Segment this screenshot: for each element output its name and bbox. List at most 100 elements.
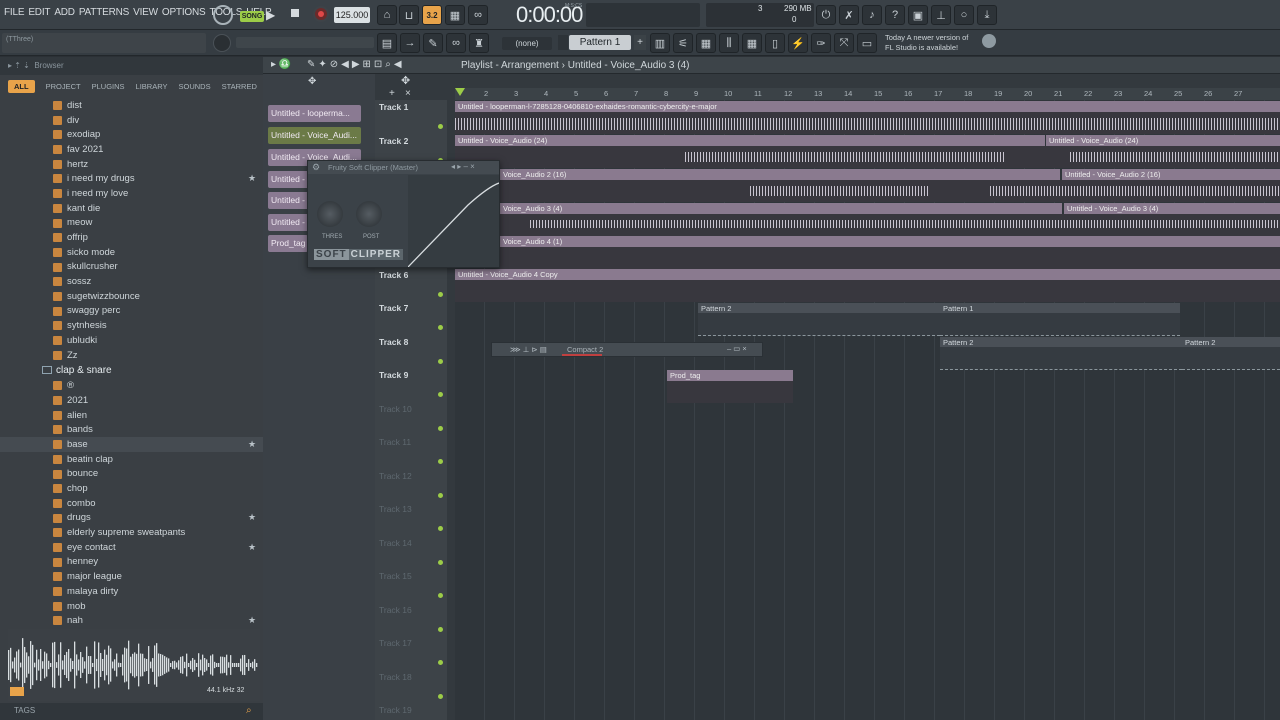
browser-item[interactable]: sugetwizzbounce <box>0 289 263 304</box>
threshold-knob[interactable] <box>317 201 343 227</box>
clip-voice-audio-2b[interactable]: Untitled - Voice_Audio 2 (16) <box>1062 169 1280 180</box>
microphone-icon[interactable]: ♪ <box>862 5 882 25</box>
track-name[interactable]: Track 15 <box>379 571 412 581</box>
playlist-tools-icon[interactable]: ✎✦⊘◀▶⊞⊡⌕◀ <box>307 59 405 70</box>
pattern-selector[interactable]: Pattern 1 <box>569 35 631 50</box>
star-icon[interactable]: ★ <box>248 512 256 523</box>
star-icon[interactable]: ★ <box>248 173 256 184</box>
track-mute-led[interactable] <box>438 559 443 565</box>
track-mute-led[interactable] <box>438 459 443 464</box>
browser-item[interactable]: sytnhesis <box>0 318 263 333</box>
track-name[interactable]: Track 9 <box>379 370 408 380</box>
browser-item[interactable]: kant die <box>0 201 263 216</box>
arrow-right-icon[interactable]: → <box>400 33 420 53</box>
track-name[interactable]: Track 2 <box>379 136 408 146</box>
browser-item[interactable]: swaggy perc <box>0 304 263 319</box>
browser-item[interactable]: ® <box>0 378 263 393</box>
clip-voice-audio-3a[interactable]: Voice_Audio 3 (4) <box>500 203 1062 214</box>
browser-item[interactable]: div <box>0 113 263 128</box>
bar-ruler[interactable]: 2 3 4 5 6 7 8 9 10 11 12 13 14 15 16 17 18 19 20 21 22 23 24 25… <box>455 88 1280 100</box>
menu-edit[interactable]: EDIT <box>28 7 50 18</box>
tab-project[interactable]: PROJECT <box>46 82 81 91</box>
menu-add[interactable]: ADD <box>54 7 75 18</box>
tab-starred[interactable]: STARRED <box>222 82 257 91</box>
track-mute-led[interactable] <box>438 693 443 699</box>
browser-item[interactable]: sossz <box>0 274 263 289</box>
pattern-item-voice-audio[interactable]: Untitled - Voice_Audi... <box>268 127 361 144</box>
record-icon[interactable] <box>313 6 329 22</box>
browser-item[interactable]: alien <box>0 408 263 423</box>
track-name[interactable]: Track 18 <box>379 672 412 682</box>
master-pitch-slider[interactable] <box>236 37 374 48</box>
track-name[interactable]: Track 7 <box>379 303 408 313</box>
browser-item[interactable]: mob <box>0 599 263 614</box>
compact-window-controls-icon[interactable]: – ▭ × <box>727 344 747 353</box>
step-edit-icon[interactable]: ▦ <box>445 5 465 25</box>
loop-record-icon[interactable]: ∞ <box>468 5 488 25</box>
sample-preview[interactable]: 44.1 kHz 32 <box>8 629 260 701</box>
search-icon[interactable]: ⌕ <box>246 705 252 716</box>
panic-icon[interactable]: ⏻ <box>816 5 836 25</box>
compact-window[interactable]: ⋙ ⊥ ⊳ ▤ Compact 2 – ▭ × <box>491 342 763 357</box>
browser-item[interactable]: drugs ★ <box>0 511 263 526</box>
star-icon[interactable]: ★ <box>248 615 256 626</box>
browser-item[interactable]: offrip <box>0 230 263 245</box>
tags-label[interactable]: TAGS <box>14 706 35 715</box>
tab-library[interactable]: LIBRARY <box>136 82 168 91</box>
clip-voice-audio-a[interactable]: Untitled - Voice_Audio (24) <box>455 135 1045 146</box>
browser-item[interactable]: fav 2021 <box>0 142 263 157</box>
track-mute-led[interactable] <box>438 593 443 598</box>
stop-icon[interactable] <box>291 9 299 17</box>
tab-all[interactable]: ALL <box>8 79 35 93</box>
channel-rack-icon[interactable]: ▥ <box>650 33 670 53</box>
browser-item[interactable]: dist <box>0 98 263 113</box>
track-name[interactable]: Track 11 <box>379 437 411 447</box>
tempo-display[interactable]: 125.000 <box>334 7 370 23</box>
browser-item[interactable]: base ★ <box>0 437 263 452</box>
add-pattern-button[interactable]: + <box>634 35 646 50</box>
plugin-gear-icon[interactable]: ⚙ <box>312 162 320 173</box>
browser-item[interactable]: malaya dirty <box>0 584 263 599</box>
browser-item[interactable]: bands <box>0 422 263 437</box>
zoom-icon[interactable]: ✥ <box>401 74 410 87</box>
browser-item[interactable]: combo <box>0 496 263 511</box>
tab-plugins[interactable]: PLUGINS <box>92 82 125 91</box>
pattern-prev-icon[interactable] <box>558 35 568 50</box>
menu-file[interactable]: FILE <box>4 7 25 18</box>
track-name[interactable]: Track 19 <box>379 705 412 715</box>
browser-item[interactable]: Zz <box>0 348 263 363</box>
link-icon[interactable]: ∞ <box>446 33 466 53</box>
browser-item[interactable]: exodiap <box>0 127 263 142</box>
clip-voice-audio-b[interactable]: Untitled - Voice_Audio (24) <box>1046 135 1280 146</box>
track-mute-led[interactable] <box>438 660 443 665</box>
menu-options[interactable]: OPTIONS <box>162 7 206 18</box>
master-volume-knob[interactable] <box>213 34 231 52</box>
track-name[interactable]: Track 8 <box>379 337 408 347</box>
add-track-icon[interactable]: + <box>389 88 395 99</box>
pattern-item-looperman[interactable]: Untitled - looperma... <box>268 105 361 122</box>
clip-pattern-2-t8b[interactable]: Pattern 2 <box>1182 337 1280 347</box>
pencil-icon[interactable]: ✎ <box>423 33 443 53</box>
browser-item[interactable]: i need my love <box>0 186 263 201</box>
pattern-item-prod-tag[interactable]: Prod_tag <box>268 235 308 252</box>
browser-item[interactable]: i need my drugs ★ <box>0 171 263 186</box>
song-mode-button[interactable]: SONG <box>240 11 264 22</box>
track-name[interactable]: Track 12 <box>379 471 412 481</box>
menu-view[interactable]: VIEW <box>133 7 158 18</box>
track-mute-led[interactable] <box>438 526 443 531</box>
track-name[interactable]: Track 14 <box>379 538 412 548</box>
track-mute-led[interactable] <box>438 124 443 129</box>
track-mute-led[interactable] <box>438 626 443 632</box>
browser-folder-clap-snare[interactable]: clap & snare <box>0 362 263 378</box>
browser-item[interactable]: beatin clap <box>0 452 263 467</box>
browser-nav-icon[interactable]: ▸ ⇡ ⇣ <box>8 61 34 70</box>
clip-voice-audio-2a[interactable]: Voice_Audio 2 (16) <box>500 169 1060 180</box>
clip-voice-audio-4[interactable]: Voice_Audio 4 (1) <box>500 236 1280 247</box>
track-name[interactable]: Track 10 <box>379 404 412 414</box>
tempo-tap-icon[interactable]: ✑ <box>811 33 831 53</box>
browser-item[interactable]: ubludki <box>0 333 263 348</box>
playlist-view-icon[interactable]: ▤ <box>377 33 397 53</box>
update-icon[interactable] <box>982 34 996 48</box>
chat-icon[interactable]: ○ <box>954 5 974 25</box>
mixer-icon[interactable]: ⫼ <box>719 33 739 53</box>
